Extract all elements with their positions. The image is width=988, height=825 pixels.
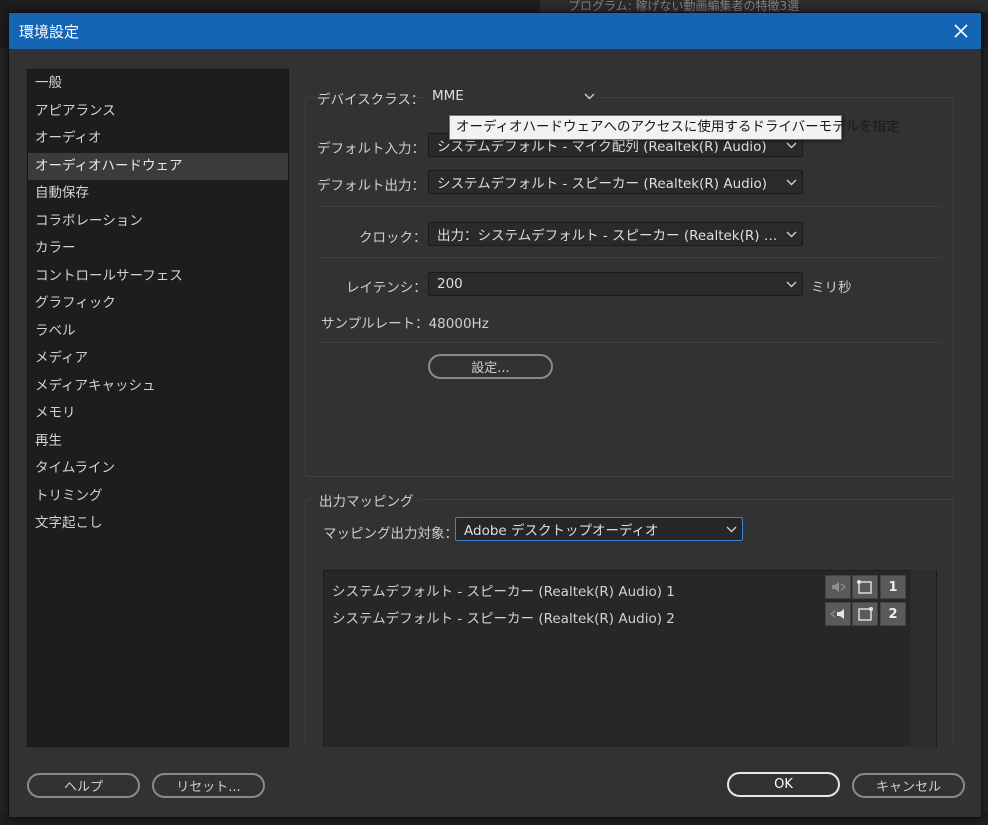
sidebar-item-media-cache[interactable]: メディアキャッシュ (28, 373, 288, 401)
sidebar-item-memory[interactable]: メモリ (28, 400, 288, 428)
latency-dropdown[interactable]: 200 (428, 272, 803, 296)
help-button[interactable]: ヘルプ (27, 773, 140, 798)
sample-rate-text: サンプルレート：48000Hz (321, 316, 489, 332)
dialog-title: 環境設定 (19, 22, 80, 41)
sidebar-item-general[interactable]: 一般 (28, 70, 288, 98)
channel-2-number: 2 (880, 602, 906, 626)
sidebar-item-trimming[interactable]: トリミング (28, 483, 288, 511)
latency-label: レイテンシ： (346, 280, 427, 296)
speaker-right-icon (830, 609, 844, 619)
channel-row[interactable]: システムデフォルト - スピーカー (Realtek(R) Audio) 1 (332, 580, 675, 600)
device-class-label: デバイスクラス： (317, 92, 425, 108)
sidebar-item-transcription[interactable]: 文字起こし (28, 510, 288, 538)
default-output-dropdown[interactable]: システムデフォルト - スピーカー (Realtek(R) Audio) (428, 170, 803, 194)
dialog-titlebar: 環境設定 (9, 13, 981, 49)
sidebar-item-playback[interactable]: 再生 (28, 428, 288, 456)
speaker-box-icon (857, 580, 872, 594)
channel-2-speaker-toggle[interactable] (825, 602, 851, 626)
sidebar-item-color[interactable]: カラー (28, 235, 288, 263)
chevron-down-icon (780, 273, 802, 295)
close-icon (954, 24, 968, 38)
sidebar-item-control-surface[interactable]: コントロールサーフェス (28, 263, 288, 291)
chevron-down-icon (780, 171, 802, 193)
sidebar-item-labels[interactable]: ラベル (28, 318, 288, 346)
mapping-target-value: Adobe デスクトップオーディオ (464, 523, 659, 539)
default-input-label: デフォルト入力： (317, 141, 425, 157)
sidebar-item-timeline[interactable]: タイムライン (28, 455, 288, 483)
output-mapping-title: 出力マッピング (315, 490, 418, 510)
device-class-tooltip: オーディオハードウェアへのアクセスに使用するドライバーモデルを指定 (449, 115, 900, 140)
preferences-dialog: 環境設定 一般 アピアランス オーディオ オーディオハードウェア 自動保存 コラ… (8, 12, 982, 818)
audio-settings-button[interactable]: 設定... (428, 354, 553, 379)
preferences-sidebar: 一般 アピアランス オーディオ オーディオハードウェア 自動保存 コラボレーショ… (27, 69, 289, 747)
background-right-strip (982, 48, 988, 825)
device-class-dropdown[interactable]: MME (423, 84, 601, 108)
latency-value: 200 (437, 276, 463, 292)
background-program-title: プログラム: 稼げない動画編集者の特徴3選 (540, 0, 988, 12)
cancel-button[interactable]: キャンセル (852, 773, 965, 798)
mapping-target-dropdown[interactable]: Adobe デスクトップオーディオ (455, 517, 743, 541)
background-left-strip (0, 48, 8, 825)
sidebar-item-audio-hardware[interactable]: オーディオハードウェア (28, 152, 288, 180)
sidebar-item-audio[interactable]: オーディオ (28, 125, 288, 153)
default-output-label: デフォルト出力： (317, 178, 425, 194)
chevron-down-icon (578, 85, 600, 107)
sidebar-item-appearance[interactable]: アピアランス (28, 98, 288, 126)
separator (319, 206, 943, 207)
channel-1-solo-toggle[interactable] (852, 575, 878, 599)
channel-row[interactable]: システムデフォルト - スピーカー (Realtek(R) Audio) 2 (332, 607, 675, 627)
clock-label: クロック： (359, 230, 427, 246)
device-class-value: MME (432, 88, 464, 104)
clock-value: 出力：システムデフォルト - スピーカー (Realtek(R) A... (437, 228, 780, 244)
sidebar-item-graphics[interactable]: グラフィック (28, 290, 288, 318)
separator (319, 342, 943, 343)
separator (319, 257, 943, 258)
channel-list-scroll-area (910, 570, 936, 747)
sidebar-item-media[interactable]: メディア (28, 345, 288, 373)
channel-1-speaker-toggle[interactable] (825, 575, 851, 599)
mapping-target-label: マッピング出力対象： (323, 526, 458, 542)
channel-2-solo-toggle[interactable] (852, 602, 878, 626)
speaker-box-icon (858, 607, 873, 621)
speaker-left-icon (832, 582, 846, 592)
sidebar-item-auto-save[interactable]: 自動保存 (28, 180, 288, 208)
clock-dropdown[interactable]: 出力：システムデフォルト - スピーカー (Realtek(R) A... (428, 222, 803, 246)
default-output-value: システムデフォルト - スピーカー (Realtek(R) Audio) (437, 176, 767, 192)
latency-unit: ミリ秒 (811, 280, 852, 296)
chevron-down-icon (720, 518, 742, 540)
reset-button[interactable]: リセット... (152, 773, 265, 798)
close-button[interactable] (949, 19, 973, 43)
channel-1-number: 1 (880, 575, 906, 599)
ok-button[interactable]: OK (727, 772, 840, 797)
sidebar-item-collaboration[interactable]: コラボレーション (28, 208, 288, 236)
chevron-down-icon (780, 223, 802, 245)
